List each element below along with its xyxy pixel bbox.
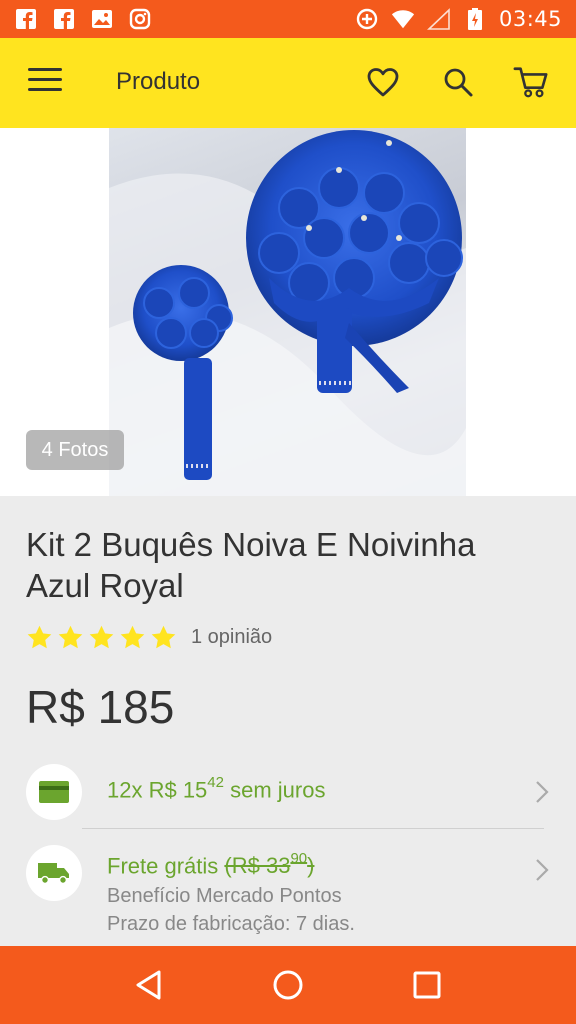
bouquet-image [109, 130, 466, 496]
facebook-icon [14, 7, 38, 31]
favorite-button[interactable] [365, 64, 401, 100]
shipping-row[interactable]: Frete grátis (R$ 3390) Benefício Mercado… [0, 842, 576, 946]
notification-icons [14, 7, 152, 31]
back-icon [136, 970, 161, 1000]
star-icon [89, 625, 114, 649]
product-photo[interactable] [109, 128, 466, 496]
product-gallery[interactable]: 4 Fotos [0, 128, 576, 496]
cart-icon [513, 67, 548, 98]
image-icon [90, 7, 114, 31]
home-button[interactable] [266, 963, 310, 1007]
star-rating [26, 624, 177, 651]
search-button[interactable] [440, 64, 476, 100]
rating[interactable]: 1 opinião [26, 624, 272, 651]
recents-icon [413, 971, 441, 999]
search-icon [444, 68, 473, 97]
status-bar: 03:45 [0, 0, 576, 38]
menu-icon [28, 68, 62, 71]
old-shipping-price: (R$ 3390) [224, 850, 315, 879]
star-icon [151, 625, 176, 649]
facebook-icon [52, 7, 76, 31]
app-bar: Produto [0, 38, 576, 128]
shipping-text: Frete grátis (R$ 3390) [107, 850, 315, 879]
wifi-icon [391, 7, 415, 31]
reviews-count: 1 opinião [191, 626, 273, 648]
recents-button[interactable] [405, 963, 449, 1007]
instagram-icon [128, 7, 152, 31]
star-icon [27, 625, 52, 649]
installments-text: 12x R$ 1542 sem juros [107, 774, 326, 803]
menu-button[interactable] [28, 68, 62, 96]
system-nav-bar [0, 946, 576, 1024]
data-saver-icon [355, 7, 379, 31]
star-icon [120, 625, 145, 649]
page-title: Produto [116, 68, 201, 95]
product-details: Kit 2 Buquês Noiva E Noivinha Azul Royal… [0, 496, 576, 946]
heart-icon [367, 68, 399, 97]
credit-card-icon-wrapper [26, 764, 82, 820]
lead-time-text: Prazo de fabricação: 7 dias. [107, 913, 355, 935]
star-icon [58, 625, 83, 649]
battery-charging-icon [463, 7, 487, 31]
installments-row[interactable]: 12x R$ 1542 sem juros [0, 758, 576, 828]
chevron-right-icon [536, 859, 549, 881]
signal-icon [426, 7, 451, 31]
home-icon [273, 970, 303, 1000]
truck-icon-wrapper [26, 845, 82, 901]
benefit-text: Benefício Mercado Pontos [107, 885, 342, 907]
system-icons: 03:45 [355, 7, 562, 31]
cart-button[interactable] [513, 64, 549, 100]
product-price: R$ 185 [26, 681, 175, 733]
truck-icon [38, 863, 69, 885]
chevron-right-icon [536, 781, 549, 803]
back-button[interactable] [127, 963, 171, 1007]
photos-count-badge[interactable]: 4 Fotos [26, 430, 124, 470]
clock: 03:45 [498, 7, 562, 31]
credit-card-icon [39, 781, 69, 803]
divider [82, 828, 544, 829]
product-title: Kit 2 Buquês Noiva E Noivinha Azul Royal [26, 526, 476, 604]
